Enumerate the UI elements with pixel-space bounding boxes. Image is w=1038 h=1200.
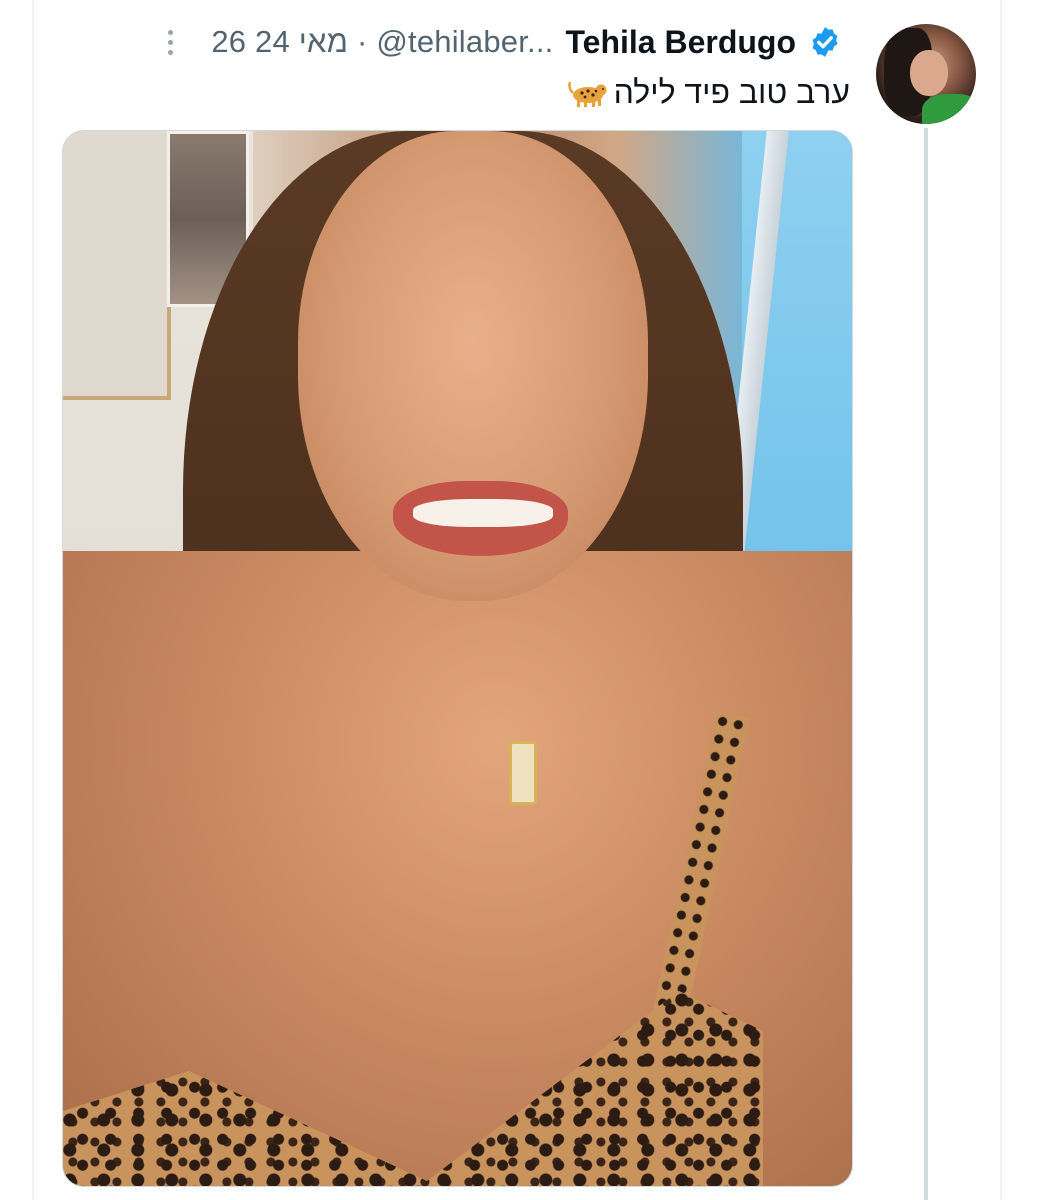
author-handle[interactable]: @tehilaber... [376,24,553,59]
author-name[interactable]: Tehila Berdugo [565,24,796,61]
tweet-meta: 26 מאי 24 · @tehilaber... [211,24,553,60]
meta-separator: · [356,24,368,59]
author-avatar[interactable] [876,24,976,124]
timeline-left-border [32,0,34,1200]
tweet-text-content: ערב טוב פיד לילה [613,74,850,110]
verified-badge-icon [812,27,838,57]
more-options-icon[interactable] [159,25,181,59]
tweet-frame: 26 מאי 24 · @tehilaber... Tehila Berdugo… [0,0,1038,1200]
tweet-text: ערב טוב פיד לילה [567,74,850,111]
tweet-date[interactable]: 26 מאי 24 [211,24,348,59]
tweet-media-photo[interactable] [62,130,853,1187]
photo-corkboard [63,131,171,400]
photo-smile [413,499,553,527]
tweet-header: 26 מאי 24 · @tehilaber... Tehila Berdugo [159,22,842,62]
photo-necklace-pendant [509,741,537,805]
leopard-icon [567,81,607,107]
timeline-right-border [1000,0,1002,1200]
thread-connector-line [924,128,928,1200]
avatar-face-shape [910,50,948,96]
avatar-clothing-shape [922,94,976,124]
